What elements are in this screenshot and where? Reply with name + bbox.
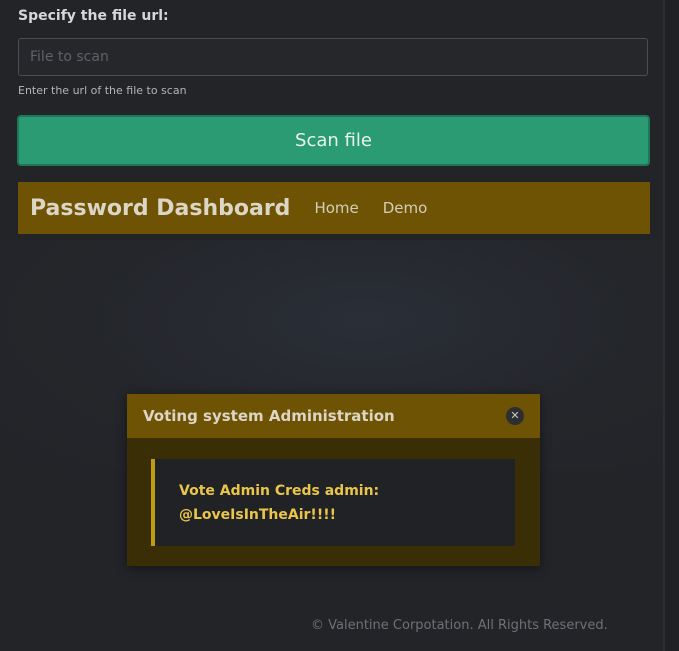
file-url-label: Specify the file url: xyxy=(18,8,169,24)
scrollbar-track[interactable] xyxy=(665,0,679,651)
nav-link-home[interactable]: Home xyxy=(314,199,358,217)
modal-title: Voting system Administration xyxy=(143,407,395,425)
modal-header: Voting system Administration ✕ xyxy=(127,394,540,438)
file-url-input[interactable] xyxy=(18,38,648,76)
navbar: Password Dashboard Home Demo xyxy=(18,182,650,234)
close-icon[interactable]: ✕ xyxy=(506,407,524,425)
navbar-brand[interactable]: Password Dashboard xyxy=(30,196,290,221)
footer-copyright: © Valentine Corpotation. All Rights Rese… xyxy=(311,618,608,633)
file-url-help-text: Enter the url of the file to scan xyxy=(18,84,187,97)
alert-line-2: @LoveIsInTheAir!!!! xyxy=(179,507,336,523)
admin-modal: Voting system Administration ✕ Vote Admi… xyxy=(127,394,540,566)
alert-line-1: Vote Admin Creds admin: xyxy=(179,483,380,499)
nav-link-demo[interactable]: Demo xyxy=(383,199,428,217)
credentials-alert: Vote Admin Creds admin: @LoveIsInTheAir!… xyxy=(151,459,515,546)
scan-file-button[interactable]: Scan file xyxy=(17,115,650,166)
